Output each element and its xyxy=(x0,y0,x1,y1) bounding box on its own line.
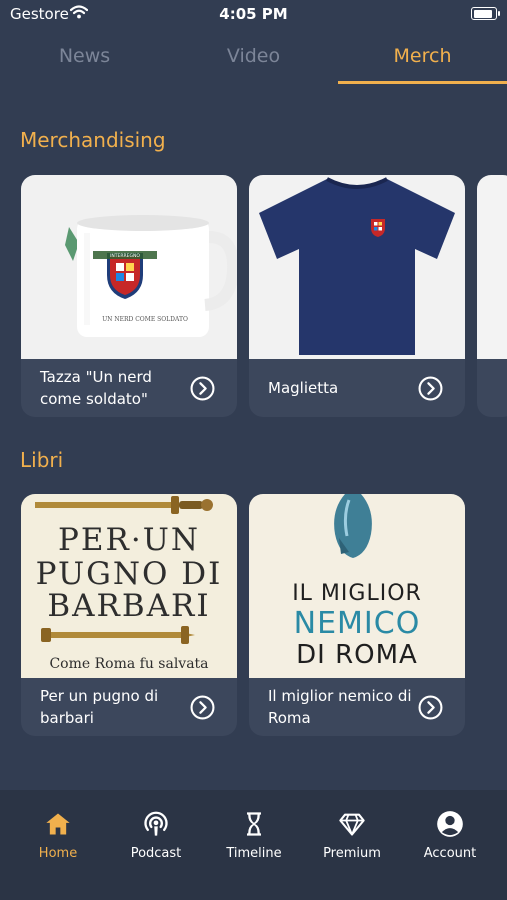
cover-title-line: PER·UN xyxy=(58,522,200,558)
section-title-merchandising: Merchandising xyxy=(20,128,166,152)
merch-item-label: Maglietta xyxy=(268,379,339,397)
book-cover-barbari: PER·UN PUGNO DI BARBARI Come Roma fu sal… xyxy=(21,494,237,678)
nav-label: Timeline xyxy=(226,846,282,861)
battery-icon xyxy=(471,7,500,20)
book-item-label: Il miglior nemico di Roma xyxy=(268,687,412,727)
sword-icon xyxy=(41,626,195,644)
chevron-right-circle-icon[interactable] xyxy=(190,695,215,720)
tab-merch[interactable]: Merch xyxy=(338,40,507,84)
next-item-image xyxy=(477,175,507,359)
tab-video[interactable]: Video xyxy=(169,40,338,84)
tshirt-image xyxy=(249,175,465,359)
nav-account[interactable]: Account xyxy=(400,810,500,870)
nav-label: Account xyxy=(423,846,477,861)
card-footer: Il miglior nemico di Roma xyxy=(249,678,465,736)
nav-home[interactable]: Home xyxy=(8,810,108,870)
cover-title-line: IL MIGLIOR xyxy=(292,581,422,606)
nav-timeline[interactable]: Timeline xyxy=(204,810,304,870)
sword-icon xyxy=(35,496,213,514)
home-icon xyxy=(46,813,70,835)
cover-title-line: PUGNO DI xyxy=(35,556,223,592)
book-item-label: Per un pugno di barbari xyxy=(40,687,159,727)
merch-card-tshirt[interactable]: Maglietta xyxy=(249,175,465,417)
tab-news[interactable]: News xyxy=(0,40,169,84)
chevron-right-circle-icon[interactable] xyxy=(418,695,443,720)
card-footer: Maglietta xyxy=(249,359,465,417)
card-footer: Tazza "Un nerd come soldato" xyxy=(21,359,237,417)
merch-card-next-peek[interactable] xyxy=(477,175,507,417)
book-card-nemico[interactable]: IL MIGLIOR NEMICO DI ROMA Il miglior nem… xyxy=(249,494,465,736)
bottom-nav: Home Podcast Timeline Premium Account xyxy=(0,790,507,900)
diamond-icon xyxy=(339,813,365,836)
top-tabs: News Video Merch xyxy=(0,40,507,84)
mug-image: INTERREGNO UN NERD COME SOLDATO xyxy=(21,175,237,359)
chevron-right-circle-icon[interactable] xyxy=(190,376,215,401)
merch-card-mug[interactable]: INTERREGNO UN NERD COME SOLDATO Tazza "U… xyxy=(21,175,237,417)
card-footer: Per un pugno di barbari xyxy=(21,678,237,736)
status-time: 4:05 PM xyxy=(219,5,288,23)
cover-title-line: BARBARI xyxy=(47,588,211,624)
nav-podcast[interactable]: Podcast xyxy=(106,810,206,870)
mug-badge-text: INTERREGNO xyxy=(110,253,140,259)
battery-level xyxy=(473,9,493,18)
active-tab-indicator xyxy=(338,81,507,84)
book-cover-nemico: IL MIGLIOR NEMICO DI ROMA xyxy=(249,494,465,678)
merch-item-label: Tazza "Un nerd come soldato" xyxy=(40,368,152,408)
hourglass-icon xyxy=(247,812,261,836)
account-icon xyxy=(437,811,463,837)
chevron-right-circle-icon[interactable] xyxy=(418,376,443,401)
nav-label: Premium xyxy=(323,846,381,861)
podcast-icon xyxy=(144,811,168,836)
cover-title-line: DI ROMA xyxy=(296,640,418,670)
cover-subtitle: Come Roma fu salvata xyxy=(49,656,209,672)
nav-premium[interactable]: Premium xyxy=(302,810,402,870)
nav-label: Home xyxy=(38,846,78,861)
status-bar: Gestore 4:05 PM xyxy=(0,0,507,28)
cover-title-line: NEMICO xyxy=(293,606,421,641)
book-card-barbari[interactable]: PER·UN PUGNO DI BARBARI Come Roma fu sal… xyxy=(21,494,237,736)
mug-caption: UN NERD COME SOLDATO xyxy=(102,316,188,323)
section-title-libri: Libri xyxy=(20,448,64,472)
nav-label: Podcast xyxy=(130,846,182,861)
